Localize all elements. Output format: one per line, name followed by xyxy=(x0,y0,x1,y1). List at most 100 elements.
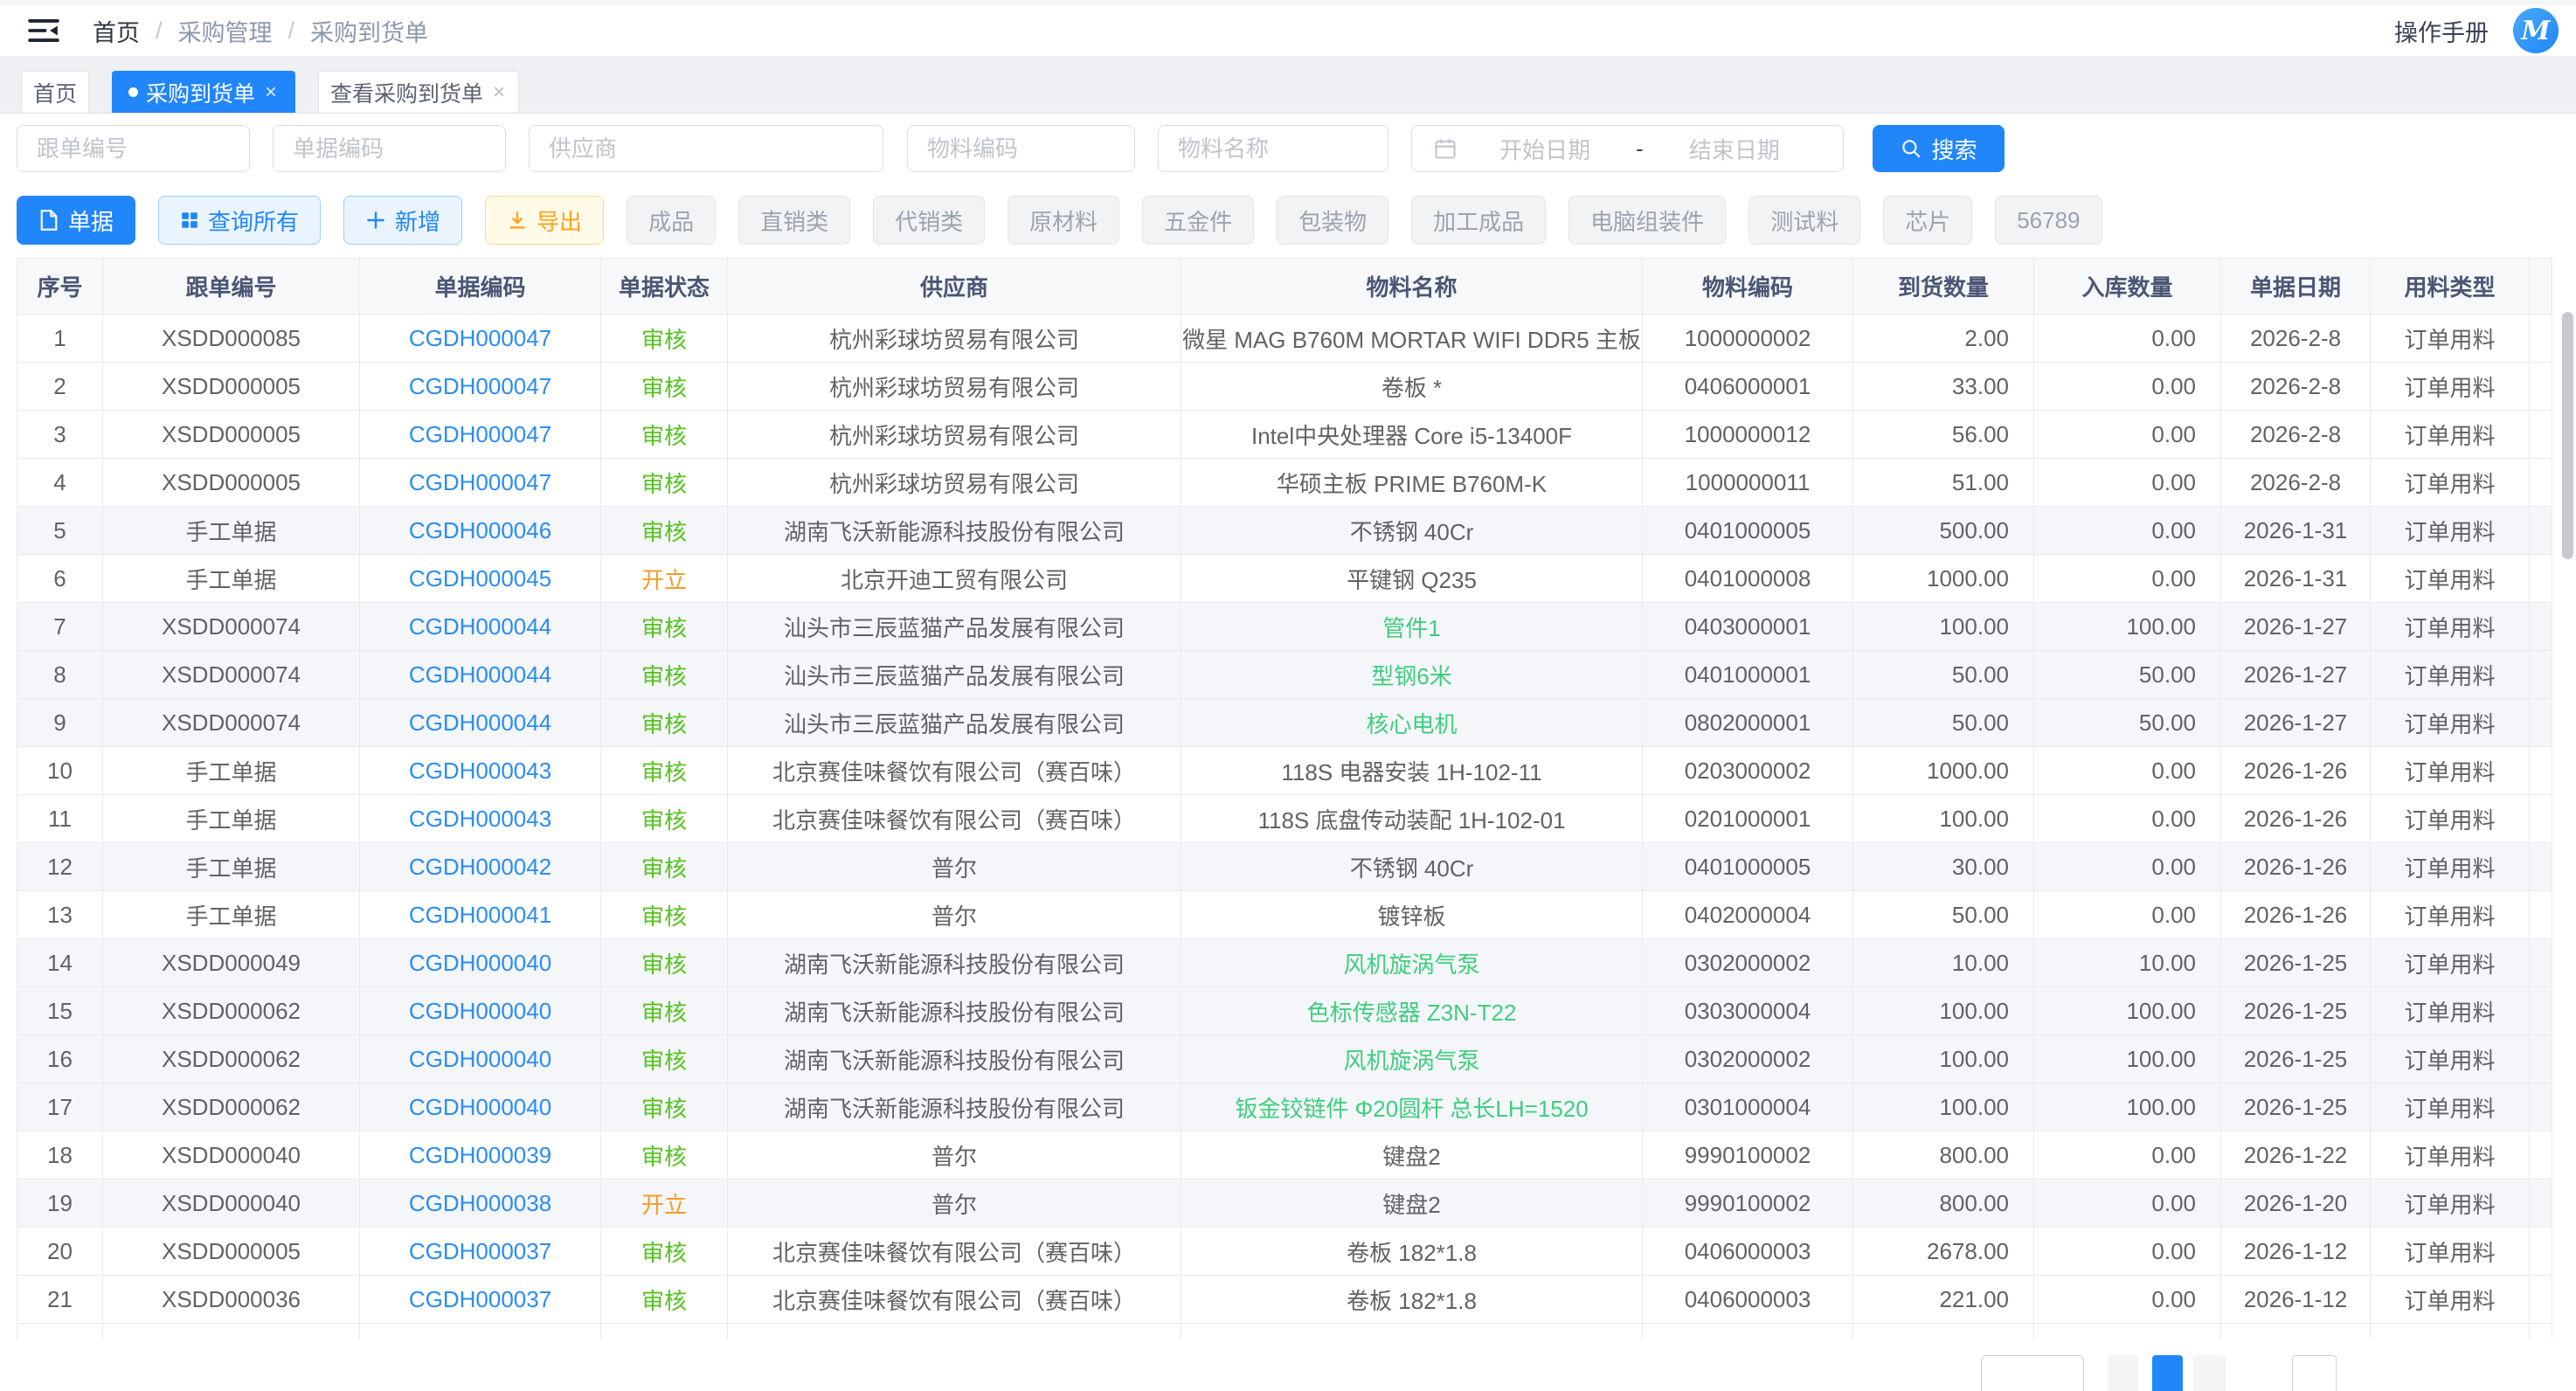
tab-close-icon[interactable]: × xyxy=(491,82,507,103)
cell-filler xyxy=(2530,1035,2552,1083)
table-row[interactable]: 6手工单据CGDH000045开立北京开迪工贸有限公司平键钢 Q23504010… xyxy=(17,555,2552,603)
table-row[interactable]: 5手工单据CGDH000046审核湖南飞沃新能源科技股份有限公司不锈钢 40Cr… xyxy=(17,507,2552,555)
cell-doc-code-link[interactable]: CGDH000046 xyxy=(360,507,601,555)
cell-doc-code-link[interactable]: CGDH000040 xyxy=(360,1083,601,1131)
tab-label: 查看采购到货单 xyxy=(330,77,483,108)
material-name-input[interactable] xyxy=(1158,125,1388,172)
cell-doc-code-link[interactable]: CGDH000042 xyxy=(360,843,601,891)
doc-code-input[interactable] xyxy=(273,125,506,172)
cell-material-code: 0401000008 xyxy=(1643,555,1853,603)
query-all-button[interactable]: 查询所有 xyxy=(158,196,321,245)
category-button-finished[interactable]: 成品 xyxy=(627,196,716,245)
table-row[interactable]: 21XSDD000036CGDH000037审核北京赛佳味餐饮有限公司（赛百味）… xyxy=(17,1276,2552,1324)
cell-doc-code-link[interactable]: CGDH000045 xyxy=(360,555,601,603)
category-button-processed[interactable]: 加工成品 xyxy=(1411,196,1546,245)
table-row[interactable]: 12手工单据CGDH000042审核普尔不锈钢 40Cr040100000530… xyxy=(17,843,2552,891)
add-button-label: 新增 xyxy=(395,204,440,237)
tab-purchase-arrival[interactable]: 采购到货单 × xyxy=(112,71,295,113)
table-row[interactable]: 20XSDD000005CGDH000037审核北京赛佳味餐饮有限公司（赛百味）… xyxy=(17,1228,2552,1276)
table-row[interactable]: 18XSDD000040CGDH000039审核普尔键盘299901000028… xyxy=(17,1131,2552,1180)
table-row[interactable]: 15XSDD000062CGDH000040审核湖南飞沃新能源科技股份有限公司色… xyxy=(17,987,2552,1035)
table-row[interactable]: 4XSDD000005CGDH000047审核杭州彩球坊贸易有限公司华硕主板 P… xyxy=(17,459,2552,507)
operation-manual-link[interactable]: 操作手册 xyxy=(2394,14,2489,48)
cell-doc-code-link[interactable]: CGDH000044 xyxy=(360,699,601,747)
table-row[interactable]: 9XSDD000074CGDH000044审核汕头市三辰蓝猫产品发展有限公司核心… xyxy=(17,699,2552,747)
vertical-scrollbar-thumb[interactable] xyxy=(2562,312,2573,559)
cell-doc-code-link[interactable]: CGDH000043 xyxy=(360,747,601,795)
pagination-page-1-button[interactable] xyxy=(2152,1355,2183,1391)
tab-home[interactable]: 首页 xyxy=(21,71,89,113)
cell-doc-code-link[interactable]: CGDH000041 xyxy=(360,891,601,939)
category-button-consign[interactable]: 代销类 xyxy=(873,196,985,245)
category-button-56789[interactable]: 56789 xyxy=(1995,196,2102,245)
cell-seq: 21 xyxy=(17,1276,103,1324)
cell-material-name: 卷板 182*1.8 xyxy=(1181,1276,1643,1324)
pagination-jump-input[interactable] xyxy=(2292,1355,2337,1391)
table-row[interactable]: 7XSDD000074CGDH000044审核汕头市三辰蓝猫产品发展有限公司管件… xyxy=(17,603,2552,651)
category-button-direct[interactable]: 直销类 xyxy=(738,196,850,245)
table-row[interactable]: 8XSDD000074CGDH000044审核汕头市三辰蓝猫产品发展有限公司型钢… xyxy=(17,651,2552,699)
tab-view-purchase-arrival[interactable]: 查看采购到货单 × xyxy=(318,71,519,113)
category-button-test[interactable]: 测试料 xyxy=(1748,196,1860,245)
supplier-input[interactable] xyxy=(529,125,883,172)
cell-doc-code-link[interactable]: CGDH000047 xyxy=(360,411,601,459)
cell-doc-code-link[interactable]: CGDH000047 xyxy=(360,363,601,411)
category-button-raw[interactable]: 原材料 xyxy=(1008,196,1119,245)
tab-close-icon[interactable]: × xyxy=(263,82,279,103)
export-button[interactable]: 导出 xyxy=(485,196,604,245)
cell-usage-type: 订单用料 xyxy=(2371,939,2530,987)
cell-status: 审核 xyxy=(601,1035,728,1083)
cell-supplier: 杭州彩球坊贸易有限公司 xyxy=(728,411,1181,459)
pagination-page-2-button[interactable] xyxy=(2193,1355,2226,1391)
table-row[interactable]: 17XSDD000062CGDH000040审核湖南飞沃新能源科技股份有限公司钣… xyxy=(17,1083,2552,1131)
table-row[interactable]: 14XSDD000049CGDH000040审核湖南飞沃新能源科技股份有限公司风… xyxy=(17,939,2552,987)
table-row[interactable]: 13手工单据CGDH000041审核普尔镀锌板040200000450.000.… xyxy=(17,891,2552,939)
sidebar-collapse-icon[interactable] xyxy=(24,13,63,48)
cell-status: 审核 xyxy=(601,1131,728,1180)
cell-doc-code-link[interactable]: CGDH000044 xyxy=(360,603,601,651)
cell-doc-code-link[interactable]: CGDH000047 xyxy=(360,459,601,507)
cell-doc-code-link[interactable]: CGDH000044 xyxy=(360,651,601,699)
category-button-chip[interactable]: 芯片 xyxy=(1883,196,1972,245)
order-no-input[interactable] xyxy=(17,125,250,172)
document-button[interactable]: 单据 xyxy=(17,196,135,245)
category-button-computer[interactable]: 电脑组装件 xyxy=(1568,196,1726,245)
table-row[interactable]: 3XSDD000005CGDH000047审核杭州彩球坊贸易有限公司Intel中… xyxy=(17,411,2552,459)
cell-doc-code-link[interactable]: CGDH000040 xyxy=(360,987,601,1035)
page-size-select[interactable] xyxy=(1981,1355,2084,1391)
cell-order-no: XSDD000062 xyxy=(103,987,360,1035)
cell-stocked-qty: 0.00 xyxy=(2034,891,2221,939)
cell-doc-code-link[interactable]: CGDH000037 xyxy=(360,1276,601,1324)
cell-doc-date: 2026-1-20 xyxy=(2221,1180,2371,1228)
table-row[interactable]: 1XSDD000085CGDH000047审核杭州彩球坊贸易有限公司微星 MAG… xyxy=(17,315,2552,363)
table-row[interactable]: 16XSDD000062CGDH000040审核湖南飞沃新能源科技股份有限公司风… xyxy=(17,1035,2552,1083)
material-code-input[interactable] xyxy=(907,125,1135,172)
cell-stocked-qty: 0.00 xyxy=(2034,507,2221,555)
cell-doc-code-link[interactable]: CGDH000040 xyxy=(360,1035,601,1083)
category-button-packaging[interactable]: 包装物 xyxy=(1277,196,1388,245)
cell-material-code: 0401000005 xyxy=(1643,843,1853,891)
table-row[interactable]: 19XSDD000040CGDH000038开立普尔键盘299901000028… xyxy=(17,1180,2552,1228)
cell-doc-code-link[interactable]: CGDH000039 xyxy=(360,1131,601,1180)
table-row[interactable]: 11手工单据CGDH000043审核北京赛佳味餐饮有限公司（赛百味）118S 底… xyxy=(17,795,2552,843)
cell-doc-code-link[interactable]: CGDH000040 xyxy=(360,939,601,987)
cell-doc-date: 2026-2-8 xyxy=(2221,411,2371,459)
table-row[interactable]: 2XSDD000005CGDH000047审核杭州彩球坊贸易有限公司卷板 *04… xyxy=(17,363,2552,411)
cell-doc-code-link[interactable]: CGDH000043 xyxy=(360,795,601,843)
table-row[interactable]: 10手工单据CGDH000043审核北京赛佳味餐饮有限公司（赛百味）118S 电… xyxy=(17,747,2552,795)
breadcrumb-section[interactable]: 采购管理 xyxy=(178,14,273,48)
cell-doc-code-link[interactable]: CGDH000038 xyxy=(360,1180,601,1228)
pagination-prev-button[interactable] xyxy=(2108,1355,2138,1391)
user-avatar[interactable]: M xyxy=(2513,8,2559,53)
category-button-hardware[interactable]: 五金件 xyxy=(1142,196,1254,245)
cell-doc-date: 2026-1-22 xyxy=(2221,1131,2371,1180)
add-button[interactable]: 新增 xyxy=(343,196,462,245)
cell-doc-code-link[interactable]: CGDH000037 xyxy=(360,1228,601,1276)
cell-doc-code-link[interactable]: CGDH000047 xyxy=(360,315,601,363)
document-button-label: 单据 xyxy=(68,204,114,237)
cell-material-code: 0406000003 xyxy=(1643,1276,1853,1324)
cell-supplier: 湖南飞沃新能源科技股份有限公司 xyxy=(728,507,1181,555)
date-range-picker[interactable]: 开始日期 - 结束日期 xyxy=(1411,125,1844,172)
search-button[interactable]: 搜索 xyxy=(1873,125,2005,172)
breadcrumb-home[interactable]: 首页 xyxy=(93,14,140,48)
